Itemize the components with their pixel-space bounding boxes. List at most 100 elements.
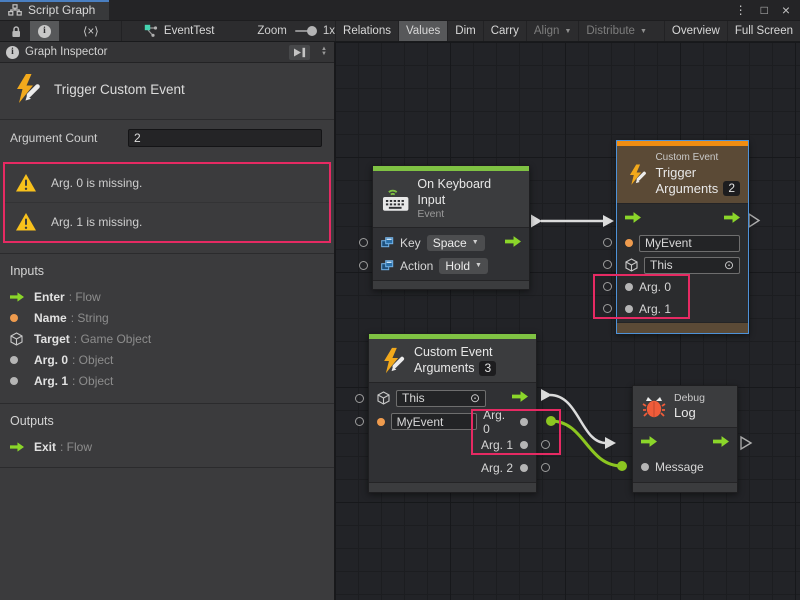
outputs-section: Outputs Exit: Flow — [0, 404, 334, 461]
align-dropdown-button[interactable]: Align ▼ — [526, 21, 579, 41]
argument-count-label: Argument Count — [10, 131, 128, 145]
node-trigger-custom-event[interactable]: Custom Event Trigger Arguments 2 — [616, 140, 749, 334]
input-port[interactable] — [603, 238, 612, 247]
pin-row-arg0: Arg. 0: Object — [0, 349, 334, 370]
input-port[interactable] — [603, 304, 612, 313]
inspector-toggle-button[interactable]: i — [30, 21, 59, 41]
input-port[interactable] — [355, 417, 364, 426]
enum-port-icon — [381, 260, 394, 271]
warning-icon — [15, 212, 37, 232]
flow-input-port[interactable] — [625, 210, 641, 228]
panel-spinner[interactable]: ▲ ▼ — [318, 47, 330, 57]
enum-port-icon — [381, 237, 394, 248]
event-name-row: MyEvent Arg. 0 — [369, 410, 536, 433]
wire-endpoint-dot — [617, 461, 627, 471]
object-port-icon — [10, 377, 18, 385]
target-field[interactable]: This ⊙ — [644, 257, 740, 274]
chevron-down-icon: ▼ — [640, 28, 647, 35]
argument-count-input[interactable]: 2 — [128, 129, 322, 147]
close-icon[interactable]: × — [782, 3, 790, 17]
zoom-level: 1x — [323, 25, 335, 37]
wire-end-arrow — [605, 437, 616, 449]
object-port-icon — [520, 464, 528, 472]
flow-port-icon — [10, 292, 24, 302]
value-wire[interactable] — [551, 421, 622, 466]
custom-event-icon — [625, 160, 647, 190]
tab-script-graph[interactable]: Script Graph — [0, 0, 109, 20]
target-picker-icon[interactable]: ⊙ — [470, 391, 480, 405]
chevron-down-icon: ▼ — [475, 262, 482, 269]
maximize-icon[interactable]: □ — [761, 4, 768, 16]
object-port-icon — [625, 283, 633, 291]
outputs-header: Outputs — [0, 412, 334, 436]
kebab-menu-icon[interactable]: ⋮ — [735, 4, 747, 16]
input-port[interactable] — [355, 394, 364, 403]
overview-button[interactable]: Overview — [664, 21, 727, 41]
pin-row-name: Name: String — [0, 307, 334, 328]
zoom-slider[interactable] — [295, 30, 313, 32]
wire-end-arrow — [603, 215, 614, 227]
chevron-down-icon: ▼ — [564, 28, 571, 35]
lock-button[interactable] — [2, 21, 30, 41]
dock-panel-button[interactable] — [289, 45, 310, 60]
flow-output-port[interactable] — [713, 434, 729, 452]
node-on-keyboard-input[interactable]: On Keyboard Input Event Key — [372, 165, 530, 290]
flow-output-port[interactable] — [505, 234, 521, 252]
event-name-field[interactable]: MyEvent — [639, 235, 740, 252]
unconnected-flow-cap[interactable] — [741, 437, 751, 449]
key-dropdown[interactable]: Space ▼ — [427, 235, 485, 251]
code-preview-button[interactable]: ⟨×⟩ — [75, 21, 107, 41]
node-title: Trigger — [655, 165, 740, 181]
input-port[interactable] — [603, 260, 612, 269]
dim-button[interactable]: Dim — [447, 21, 482, 41]
node-subtitle: Event — [417, 208, 520, 221]
relations-button[interactable]: Relations — [335, 21, 398, 41]
flow-output-port[interactable] — [724, 210, 740, 228]
flow-input-port[interactable] — [641, 434, 657, 452]
action-dropdown[interactable]: Hold ▼ — [439, 258, 488, 274]
unconnected-flow-cap[interactable] — [749, 214, 759, 227]
target-field[interactable]: This ⊙ — [396, 390, 486, 407]
warning-text: Arg. 0 is missing. — [51, 176, 142, 190]
target-row: This ⊙ — [617, 254, 748, 276]
distribute-dropdown-button[interactable]: Distribute ▼ — [578, 21, 654, 41]
inspector-titlebar[interactable]: i Graph Inspector ▲ ▼ — [0, 42, 334, 63]
warning-row: Arg. 0 is missing. — [5, 164, 329, 202]
graph-hierarchy-icon — [8, 4, 22, 16]
values-button[interactable]: Values — [398, 21, 447, 41]
key-row: Key Space ▼ — [373, 231, 529, 254]
inputs-section: Inputs Enter: Flow Name: String Target: … — [0, 254, 334, 395]
flow-wire[interactable] — [550, 395, 606, 443]
node-footer — [617, 322, 748, 333]
flow-row — [633, 431, 737, 455]
target-picker-icon[interactable]: ⊙ — [724, 258, 734, 272]
string-port-icon — [377, 418, 385, 426]
focused-tab-accent — [0, 0, 109, 2]
object-port-icon — [520, 441, 528, 449]
arg-row: Arg. 2 — [369, 456, 536, 479]
custom-event-icon — [378, 347, 406, 375]
custom-event-icon — [10, 73, 42, 105]
input-port[interactable] — [359, 238, 368, 247]
graph-canvas[interactable]: On Keyboard Input Event Key — [335, 42, 800, 600]
flow-output-port[interactable] — [512, 389, 528, 407]
node-title: Log — [674, 405, 705, 421]
args-count-badge: 3 — [479, 361, 496, 376]
carry-button[interactable]: Carry — [483, 21, 526, 41]
fullscreen-button[interactable]: Full Screen — [727, 21, 800, 41]
event-name-field[interactable]: MyEvent — [391, 413, 477, 430]
graph-breadcrumb[interactable]: EventTest — [137, 21, 222, 41]
target-row: This ⊙ — [369, 386, 536, 410]
output-port[interactable] — [541, 463, 550, 472]
zoom-label: Zoom — [257, 25, 286, 37]
pin-row-arg1: Arg. 1: Object — [0, 370, 334, 391]
lock-icon — [10, 25, 22, 38]
args-count-badge: 2 — [723, 181, 740, 196]
node-custom-event[interactable]: Custom Event Arguments 3 This ⊙ — [368, 333, 537, 493]
node-debug-log[interactable]: Debug Log Message — [632, 385, 738, 493]
input-port[interactable] — [603, 282, 612, 291]
input-port[interactable] — [359, 261, 368, 270]
zoom-slider-handle[interactable] — [307, 26, 317, 36]
output-port[interactable] — [541, 440, 550, 449]
object-port-icon — [10, 356, 18, 364]
